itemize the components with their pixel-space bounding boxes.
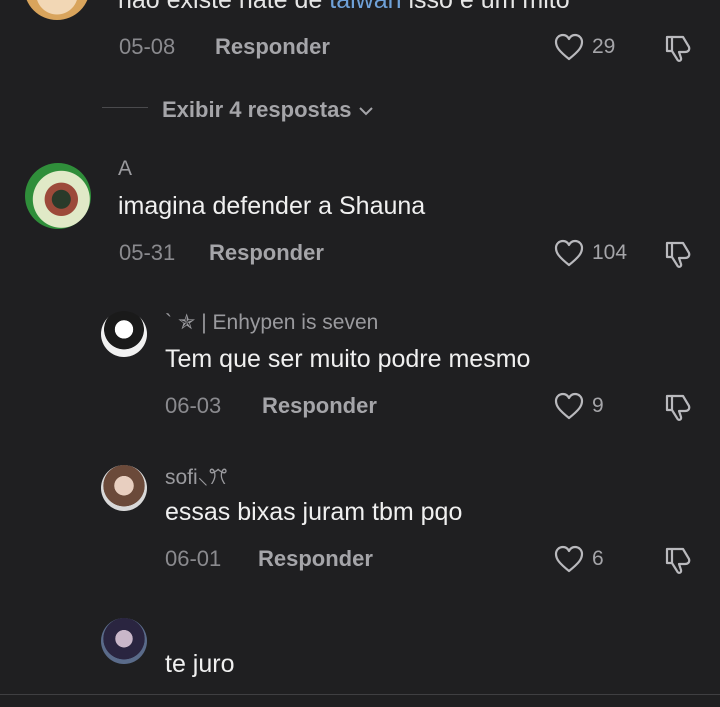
- dislike-icon[interactable]: [663, 33, 695, 63]
- dislike-icon[interactable]: [663, 392, 695, 422]
- avatar[interactable]: [24, 0, 90, 20]
- comment-text: imagina defender a Shauna: [118, 192, 426, 220]
- dislike-icon[interactable]: [663, 545, 695, 575]
- comment-username[interactable]: A: [118, 157, 132, 181]
- hashtag-link[interactable]: taiwan: [329, 0, 401, 14]
- reply-text: Tem que ser muito podre mesmo: [165, 345, 531, 373]
- avatar[interactable]: [101, 465, 147, 511]
- chevron-down-icon: [358, 107, 373, 116]
- view-replies-button[interactable]: Exibir 4 respostas: [162, 97, 374, 123]
- comment-text-prefix: não existe hate de: [118, 0, 330, 14]
- reply-username[interactable]: ` ✯ | Enhypen is seven: [165, 310, 378, 335]
- reply-button[interactable]: Responder: [258, 546, 373, 572]
- reply-text: essas bixas juram tbm pqo: [165, 498, 463, 526]
- comment-date: 05-08: [119, 34, 176, 59]
- comment-text: não existe hate de taiwan isso é um mito: [118, 0, 570, 15]
- dislike-icon[interactable]: [663, 239, 695, 269]
- like-count: 6: [592, 547, 604, 570]
- reply-date: 06-03: [165, 393, 222, 418]
- reply-username[interactable]: sofi⸜ꔫ: [165, 463, 228, 491]
- like-count: 29: [592, 35, 616, 58]
- avatar[interactable]: [101, 311, 147, 357]
- heart-icon[interactable]: [553, 391, 585, 421]
- avatar[interactable]: [25, 163, 91, 229]
- comment-text-suffix: isso é um mito: [401, 0, 570, 14]
- heart-icon[interactable]: [553, 32, 585, 62]
- reply-date: 06-01: [165, 546, 222, 571]
- heart-icon[interactable]: [553, 238, 585, 268]
- reply-button[interactable]: Responder: [215, 34, 330, 60]
- view-replies-label: Exibir 4 respostas: [162, 97, 352, 122]
- like-count: 104: [592, 241, 628, 264]
- reply-text: te juro: [165, 650, 235, 678]
- divider: [102, 107, 148, 108]
- divider: [0, 694, 720, 695]
- comment-date: 05-31: [119, 240, 176, 265]
- avatar[interactable]: [101, 618, 147, 664]
- reply-button[interactable]: Responder: [209, 240, 324, 266]
- heart-icon[interactable]: [553, 544, 585, 574]
- reply-button[interactable]: Responder: [262, 393, 377, 419]
- like-count: 9: [592, 394, 604, 417]
